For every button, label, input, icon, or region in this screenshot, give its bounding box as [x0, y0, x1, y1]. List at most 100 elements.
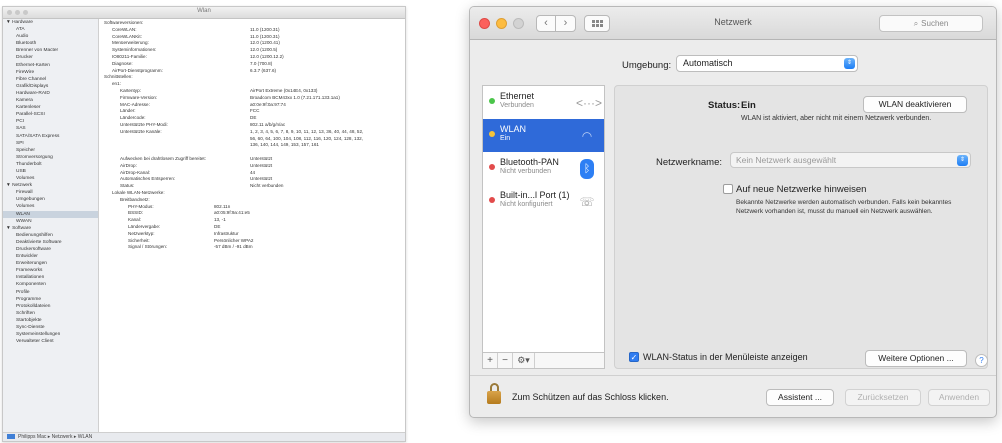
info-row — [102, 149, 403, 156]
sidebar-item[interactable]: Ethernet-Karten — [3, 62, 98, 69]
sidebar-item[interactable]: Volumes — [3, 203, 98, 210]
assistant-button[interactable]: Assistent ... — [766, 389, 834, 406]
sidebar-item[interactable]: Deaktivierte Software — [3, 239, 98, 246]
zoom-button[interactable] — [513, 18, 524, 29]
sidebar-item[interactable]: USB — [3, 168, 98, 175]
sidebar-item[interactable]: Frameworks — [3, 267, 98, 274]
sidebar-item[interactable]: Volumes — [3, 175, 98, 182]
show-in-menubar-checkbox[interactable]: ✓ — [629, 352, 639, 362]
info-value: AirPort Extreme (0x14E4, 0x133) — [250, 87, 318, 93]
sysinfo-path-bar: Philipps Mac ▸ Netzwerk ▸ WLAN — [3, 432, 405, 441]
sidebar-item[interactable]: Thunderbolt — [3, 161, 98, 168]
remove-service-button[interactable]: − — [498, 353, 513, 368]
sidebar-item[interactable]: WWAN — [3, 218, 98, 225]
sidebar-item[interactable]: Firewall — [3, 189, 98, 196]
sidebar-item[interactable]: Bluetooth — [3, 40, 98, 47]
sysinfo-sidebar[interactable]: ▼ Hardware ATA Audio Bluetooth Brenner von M… — [3, 19, 99, 432]
sidebar-item[interactable]: WLAN — [3, 210, 98, 218]
advanced-options-button[interactable]: Weitere Optionen ... — [865, 350, 967, 367]
nav-buttons: ‹ › — [536, 15, 576, 32]
sidebar-item[interactable]: Programme — [3, 296, 98, 303]
info-row: Kanal: 13, -1 — [102, 217, 403, 224]
info-value: a0:0e:9f:0a:97:74 — [250, 101, 286, 107]
show-all-grid-button[interactable] — [584, 15, 610, 32]
sidebar-item[interactable]: SAS — [3, 125, 98, 132]
info-key: Aufwecken bei drahtlosem Zugriff bereite… — [120, 155, 206, 161]
service-item[interactable]: Built-in...l Port (1) Nicht konfiguriert ☏ — [483, 185, 604, 218]
sidebar-item[interactable]: Systemeinstellungen — [3, 331, 98, 338]
info-row: Firmware-Version: Broadcom BCM43xx 1.0 (7… — [102, 95, 403, 102]
search-field[interactable]: ⌕ Suchen — [879, 15, 983, 32]
sidebar-item[interactable]: Sync-Dienste — [3, 324, 98, 331]
ask-new-networks-checkbox[interactable] — [723, 184, 733, 194]
info-row: AirDrop: Unterstützt — [102, 163, 403, 170]
info-value: FCC — [250, 108, 260, 114]
info-row: Sicherheit: Persönlicher WPA2 — [102, 238, 403, 245]
sidebar-item[interactable]: Kartenleser — [3, 104, 98, 111]
back-button[interactable]: ‹ — [536, 15, 556, 32]
service-item[interactable]: Ethernet Verbunden <···> — [483, 86, 604, 119]
info-row: 56, 60, 64, 100, 104, 108, 112, 116, 120… — [102, 136, 403, 143]
sidebar-item[interactable]: Hardware-RAID — [3, 90, 98, 97]
sidebar-item[interactable]: Erweiterungen — [3, 260, 98, 267]
add-service-button[interactable]: + — [483, 353, 498, 368]
revert-button[interactable]: Zurücksetzen — [845, 389, 921, 406]
sidebar-item[interactable]: PCI — [3, 118, 98, 125]
info-key: Sicherheit: — [128, 237, 150, 243]
close-button[interactable] — [479, 18, 490, 29]
bluetooth-icon: ᛒ — [580, 159, 594, 179]
sidebar-item[interactable]: Schriften — [3, 310, 98, 317]
sidebar-item[interactable]: Parallel-SCSI — [3, 111, 98, 118]
sidebar-item[interactable]: Installationen — [3, 274, 98, 281]
service-list: Ethernet Verbunden <···> WLAN Ein ◠ Bluetooth-… — [482, 85, 605, 353]
info-value: 11.0 (1200.31) — [250, 33, 280, 39]
service-item[interactable]: WLAN Ein ◠ — [483, 119, 604, 152]
sidebar-item[interactable]: Entwickler — [3, 253, 98, 260]
sidebar-item[interactable]: Drucker — [3, 54, 98, 61]
sidebar-section-header[interactable]: ▼ Software — [3, 225, 98, 232]
sidebar-item[interactable]: Komponenten — [3, 281, 98, 288]
sidebar-item[interactable]: FireWire — [3, 69, 98, 76]
sidebar-item[interactable]: Bedienungshilfen — [3, 232, 98, 239]
status-dot-icon — [489, 164, 495, 170]
network-name-select[interactable]: Kein Netzwerk ausgewählt ⇕ — [730, 152, 971, 168]
sidebar-section-header[interactable]: ▼ Netzwerk — [3, 182, 98, 189]
sidebar-item[interactable]: Brenner von Macter — [3, 47, 98, 54]
sidebar-item[interactable]: Audio — [3, 33, 98, 40]
select-stepper-icon: ⇕ — [957, 155, 968, 166]
sidebar-item[interactable]: Umgebungen — [3, 196, 98, 203]
wlan-deactivate-button[interactable]: WLAN deaktivieren — [863, 96, 967, 113]
gear-menu-button[interactable]: ⚙▾ — [513, 353, 535, 368]
sidebar-item[interactable]: ATA — [3, 26, 98, 33]
select-stepper-icon: ⇕ — [844, 58, 855, 69]
sidebar-item[interactable]: SPI — [3, 140, 98, 147]
sidebar-section-header[interactable]: ▼ Hardware — [3, 19, 98, 26]
help-button[interactable]: ? — [975, 354, 988, 367]
status-description: WLAN ist aktiviert, aber nicht mit einem… — [741, 115, 932, 122]
minimize-button[interactable] — [496, 18, 507, 29]
wifi-icon: ◠ — [581, 129, 593, 143]
sidebar-item[interactable]: Profile — [3, 289, 98, 296]
sidebar-item[interactable]: Startobjekte — [3, 317, 98, 324]
location-select[interactable]: Automatisch ⇕ — [676, 55, 858, 72]
sidebar-item[interactable]: Stromversorgung — [3, 154, 98, 161]
apply-button[interactable]: Anwenden — [928, 389, 990, 406]
sidebar-item[interactable]: Grafik/Displays — [3, 83, 98, 90]
sidebar-item[interactable]: SATA/SATA Express — [3, 133, 98, 140]
service-list-toolbar: + − ⚙▾ — [482, 352, 605, 369]
forward-button[interactable]: › — [556, 15, 576, 32]
info-key: Schnittstellen: — [104, 74, 133, 80]
info-value: 136, 140, 144, 149, 153, 157, 161 — [250, 142, 319, 148]
lock-icon[interactable] — [487, 383, 501, 405]
sidebar-item[interactable]: Speicher — [3, 147, 98, 154]
sidebar-item[interactable]: Druckersoftware — [3, 246, 98, 253]
sidebar-item[interactable]: Protokolldateien — [3, 303, 98, 310]
sidebar-item[interactable]: Verwalteter Client — [3, 338, 98, 345]
sidebar-item[interactable]: Fibre Channel — [3, 76, 98, 83]
info-key: AirDrop-Kanal: — [120, 169, 151, 175]
service-item[interactable]: Bluetooth-PAN Nicht verbunden ᛒ — [483, 152, 604, 185]
info-value: 12.0 (1200.5) — [250, 47, 278, 53]
info-value: 1, 2, 3, 4, 5, 6, 7, 8, 9, 10, 11, 12, 1… — [250, 128, 364, 134]
ask-new-networks-description: Bekannte Netzwerke werden automatisch ve… — [736, 199, 952, 215]
sidebar-item[interactable]: Kamera — [3, 97, 98, 104]
